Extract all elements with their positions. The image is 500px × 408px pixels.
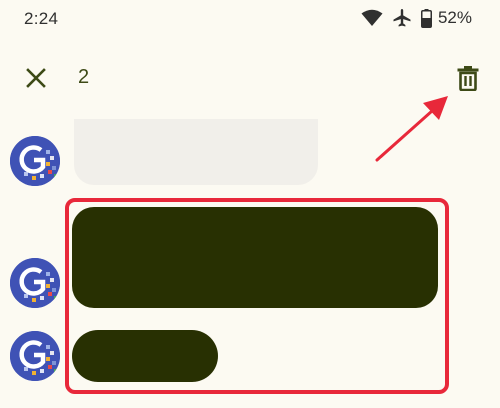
wifi-icon bbox=[361, 9, 383, 27]
avatar[interactable] bbox=[10, 331, 60, 381]
close-icon bbox=[26, 68, 46, 88]
selected-count: 2 bbox=[78, 66, 90, 88]
airplane-icon bbox=[392, 8, 412, 28]
status-time: 2:24 bbox=[24, 9, 59, 28]
delete-button[interactable] bbox=[452, 62, 484, 94]
message-bubble[interactable] bbox=[74, 119, 318, 185]
status-bar: 2:24 52% bbox=[0, 0, 500, 38]
selected-message-bubble[interactable] bbox=[72, 330, 218, 382]
trash-icon bbox=[457, 66, 479, 91]
battery-icon bbox=[420, 8, 432, 28]
battery-percent: 52% bbox=[437, 8, 472, 27]
status-icons: 52% bbox=[361, 8, 472, 28]
google-avatar-icon bbox=[10, 258, 60, 308]
screen: 2:24 52% 2 bbox=[0, 0, 500, 408]
google-avatar-icon bbox=[10, 331, 60, 381]
avatar[interactable] bbox=[10, 136, 60, 186]
selection-action-bar: 2 bbox=[0, 52, 500, 104]
selected-message-bubble[interactable] bbox=[72, 207, 438, 308]
avatar[interactable] bbox=[10, 258, 60, 308]
close-selection-button[interactable] bbox=[20, 62, 52, 94]
google-avatar-icon bbox=[10, 136, 60, 186]
